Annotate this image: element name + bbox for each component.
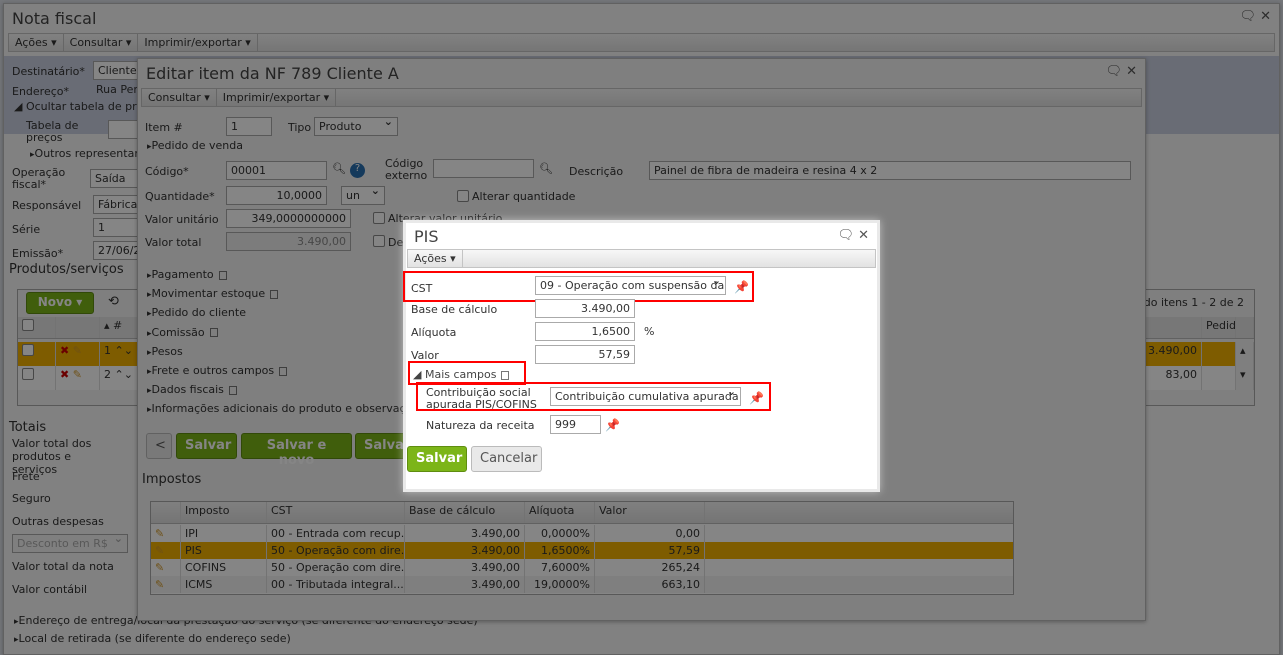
pis-cancelar-button[interactable]: Cancelar — [471, 446, 542, 472]
aliquota-input[interactable]: 1,6500 — [535, 322, 635, 341]
pin-icon[interactable]: 📌 — [605, 418, 620, 432]
base-calculo-label: Base de cálculo — [411, 303, 498, 316]
percent-sign: % — [644, 325, 655, 338]
natureza-input[interactable]: 999 — [550, 415, 601, 434]
natureza-label: Natureza da receita — [426, 419, 535, 432]
base-calculo-input[interactable]: 3.490,00 — [535, 299, 635, 318]
pis-salvar-button[interactable]: Salvar — [407, 446, 467, 472]
dialog-title: PIS — [414, 227, 439, 246]
window-controls: 🗨 ✕ — [837, 228, 869, 243]
menu-acoes[interactable]: Ações — [408, 250, 463, 267]
aliquota-label: Alíquota — [411, 326, 457, 339]
highlight-box-contribuicao — [416, 382, 771, 411]
comment-icon[interactable]: 🗨 — [837, 228, 854, 243]
highlight-box-cst — [403, 271, 754, 302]
valor-input[interactable]: 57,59 — [535, 345, 635, 364]
close-icon[interactable]: ✕ — [858, 228, 869, 243]
